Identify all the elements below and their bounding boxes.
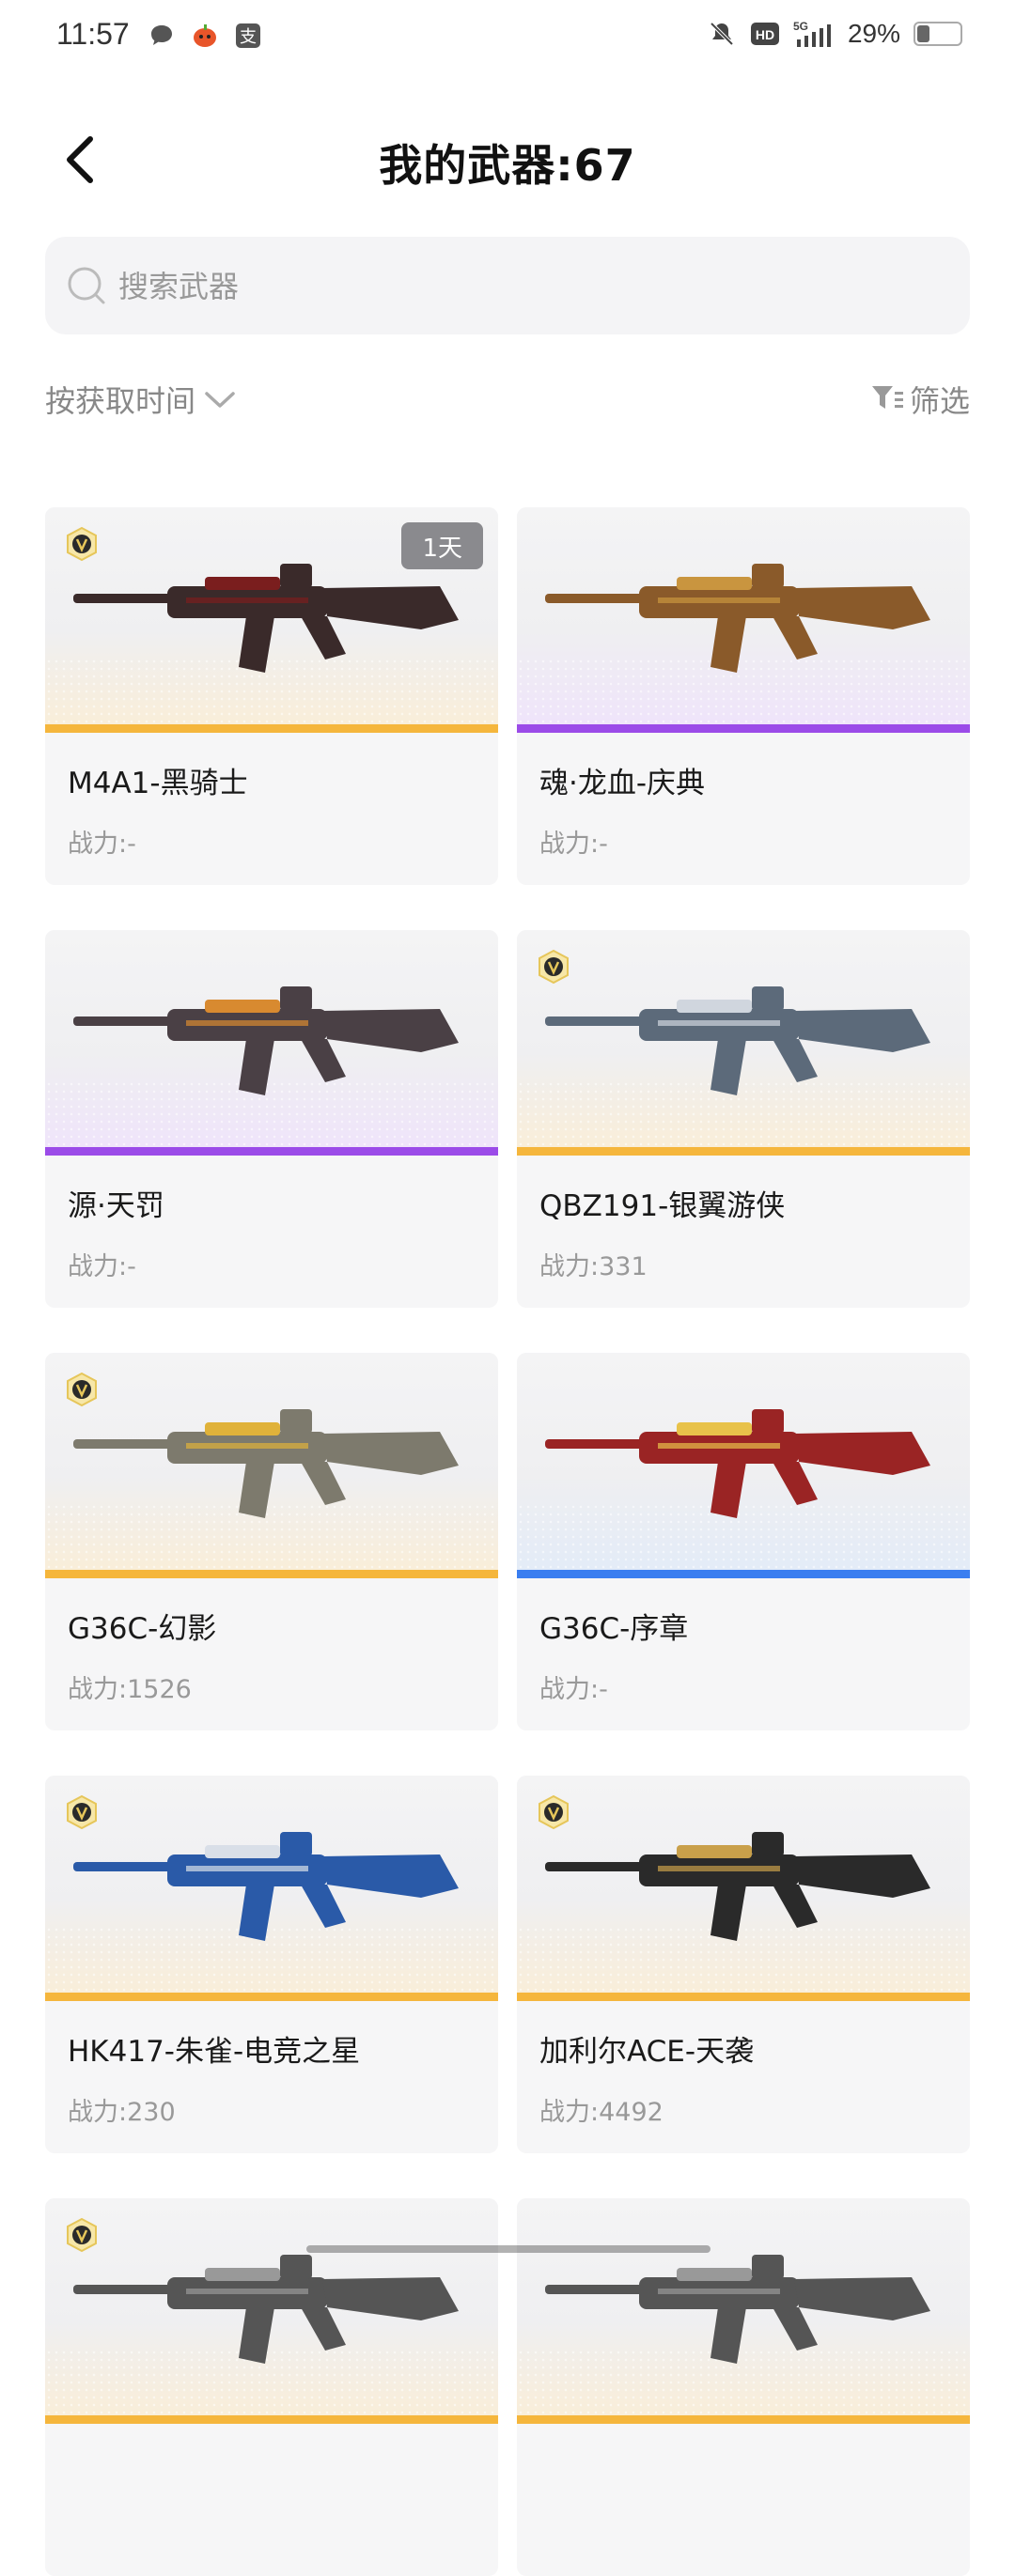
weapon-image-area	[517, 1776, 970, 2001]
vip-badge-icon	[67, 526, 97, 562]
weapon-card[interactable]: 源·天罚战力:-	[45, 930, 498, 1308]
filter-icon	[871, 386, 903, 409]
status-time: 11:57	[56, 17, 130, 51]
pumpkin-app-icon	[190, 21, 220, 51]
weapon-card[interactable]: QBZ191-银翼游侠战力:331	[517, 930, 970, 1308]
rarity-bar	[45, 2415, 498, 2424]
filter-button[interactable]: 筛选	[870, 378, 970, 421]
weapon-image	[545, 2255, 930, 2364]
weapon-power: 战力:-	[539, 1675, 608, 1704]
status-notification-icons: 支	[147, 21, 263, 51]
weapon-card[interactable]: G36C-幻影战力:1526	[45, 1353, 498, 1730]
vip-badge-icon	[67, 1794, 97, 1830]
sort-dropdown[interactable]: 按获取时间	[45, 378, 237, 421]
weapon-image-area	[45, 1776, 498, 2001]
rarity-bar	[517, 2415, 970, 2424]
time-limit-badge: 1天	[401, 522, 483, 569]
weapon-image	[545, 564, 930, 673]
weapon-power: 战力:331	[539, 1252, 648, 1281]
weapon-card[interactable]: 加利尔ACE-天袭战力:4492	[517, 1776, 970, 2153]
weapon-image	[73, 2255, 459, 2364]
weapon-name: M4A1-黑骑士	[68, 767, 248, 800]
weapon-image-area	[45, 930, 498, 1156]
weapon-image	[73, 986, 459, 1095]
weapon-image	[73, 1832, 459, 1941]
search-box[interactable]	[45, 237, 970, 336]
svg-text:5G: 5G	[793, 20, 808, 33]
rarity-bar	[45, 1993, 498, 2001]
filter-label: 筛选	[909, 383, 970, 419]
sort-filter-row: 按获取时间 筛选	[45, 378, 970, 434]
alipay-icon: 支	[233, 21, 263, 51]
weapon-name: HK417-朱雀-电竞之星	[68, 2035, 361, 2069]
weapon-grid: 1天 M4A1-黑骑士 战力:- 魂·龙血-庆典 战力:- 源·天罚 战力:- QBZ191-…	[45, 507, 970, 2576]
weapon-image-area	[517, 1353, 970, 1578]
weapon-name: 魂·龙血-庆典	[539, 767, 706, 800]
header: 我的武器:67	[0, 113, 1015, 207]
weapon-name: 源·天罚	[68, 1189, 164, 1223]
rarity-bar	[45, 1147, 498, 1156]
signal-5g-icon: 5G	[793, 19, 835, 49]
rarity-bar	[517, 1993, 970, 2001]
vip-badge-icon	[67, 2217, 97, 2253]
weapon-image-area	[517, 2198, 970, 2424]
weapon-power: 战力:230	[68, 2098, 176, 2127]
weapon-image	[545, 986, 930, 1095]
weapon-card[interactable]: G36C-序章战力:-	[517, 1353, 970, 1730]
weapon-power: 战力:-	[68, 830, 136, 859]
weapon-card[interactable]	[517, 2198, 970, 2576]
weapon-name: G36C-幻影	[68, 1612, 217, 1646]
vip-badge-icon	[539, 949, 569, 985]
search-input[interactable]	[117, 237, 947, 336]
sort-label: 按获取时间	[45, 383, 196, 419]
weapon-card[interactable]: 魂·龙血-庆典战力:-	[517, 507, 970, 885]
weapon-image-area	[517, 930, 970, 1156]
chat-bubble-icon	[147, 21, 177, 51]
weapon-name: G36C-序章	[539, 1612, 689, 1646]
search-icon	[68, 267, 105, 304]
weapon-name: 加利尔ACE-天袭	[539, 2035, 755, 2069]
weapon-image	[545, 1409, 930, 1518]
weapon-name: QBZ191-银翼游侠	[539, 1189, 786, 1223]
rarity-bar	[517, 724, 970, 733]
vip-badge-icon	[539, 1794, 569, 1830]
weapon-image-area	[517, 507, 970, 733]
weapon-image	[73, 1409, 459, 1518]
page-title: 我的武器:67	[379, 140, 636, 191]
weapon-card[interactable]: HK417-朱雀-电竞之星战力:230	[45, 1776, 498, 2153]
status-system-icons: HD 5G 29%	[707, 19, 962, 49]
weapon-power: 战力:-	[539, 830, 608, 859]
weapon-power: 战力:1526	[68, 1675, 192, 1704]
weapon-image-area: 1天	[45, 507, 498, 733]
svg-text:支: 支	[240, 27, 257, 47]
svg-text:HD: HD	[756, 27, 774, 42]
rarity-bar	[517, 1570, 970, 1578]
weapon-power: 战力:-	[68, 1252, 136, 1281]
weapon-card[interactable]: 1天 M4A1-黑骑士战力:-	[45, 507, 498, 885]
hd-icon: HD	[750, 19, 780, 49]
status-bar: 11:57 支 HD 5G 29%	[0, 0, 1015, 79]
weapon-card[interactable]	[45, 2198, 498, 2576]
chevron-down-icon	[205, 392, 235, 408]
battery-percent: 29%	[847, 19, 900, 48]
rarity-bar	[517, 1147, 970, 1156]
battery-icon	[914, 22, 962, 46]
weapon-power: 战力:4492	[539, 2098, 664, 2127]
battery-level-fill	[917, 25, 929, 42]
mute-icon	[707, 19, 737, 49]
weapon-image-area	[45, 1353, 498, 1578]
rarity-bar	[45, 724, 498, 733]
weapon-image	[545, 1832, 930, 1941]
weapon-image-area	[45, 2198, 498, 2424]
vip-badge-icon	[67, 1372, 97, 1407]
rarity-bar	[45, 1570, 498, 1578]
